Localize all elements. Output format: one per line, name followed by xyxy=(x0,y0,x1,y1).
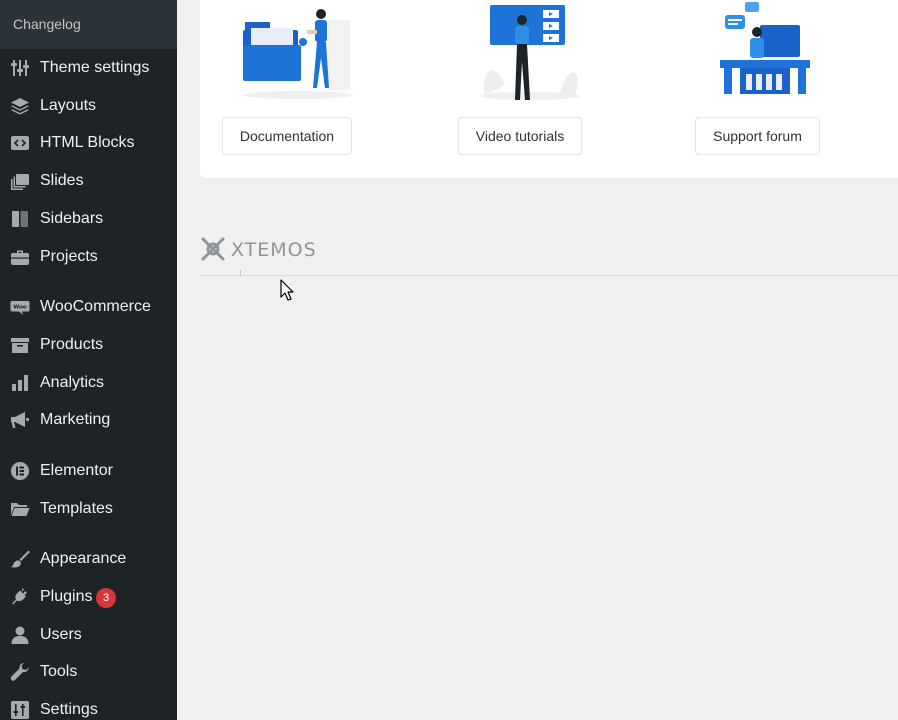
sidebar-item-sidebars[interactable]: Sidebars xyxy=(0,201,177,237)
sidebar-item-label: Projects xyxy=(40,248,98,265)
logo-wordmark: XTEMOS xyxy=(231,239,317,261)
divider-tick xyxy=(240,270,241,276)
woo-icon: Woo xyxy=(10,297,30,317)
support-forum-illustration xyxy=(700,0,830,100)
sidebar-item-analytics[interactable]: Analytics xyxy=(0,365,177,401)
sidebar-item-label: Sidebars xyxy=(40,210,104,227)
archive-icon xyxy=(10,335,30,355)
admin-sidebar: Changelog Theme settings Layouts HTML Bl… xyxy=(0,0,177,720)
sidebar-item-label: Settings xyxy=(40,701,98,718)
sidebar-item-label: Users xyxy=(40,626,82,643)
elementor-icon xyxy=(10,461,30,481)
sidebar-item-label: Appearance xyxy=(40,550,127,567)
user-icon xyxy=(10,625,30,645)
sidebar-item-label: Analytics xyxy=(40,374,105,391)
sidebar-item-woocommerce[interactable]: Woo WooCommerce xyxy=(0,289,177,325)
sidebar-item-label: Theme settings xyxy=(40,59,150,76)
settings-icon xyxy=(10,700,30,720)
folder-icon xyxy=(10,499,30,519)
sidebar-item-marketing[interactable]: Marketing xyxy=(0,402,177,438)
megaphone-icon xyxy=(10,410,30,430)
sidebar-item-label: Changelog xyxy=(13,16,81,32)
video-tutorials-illustration xyxy=(465,0,595,100)
video-tutorials-button[interactable]: Video tutorials xyxy=(458,117,582,155)
sidebar-item-label: Slides xyxy=(40,172,84,189)
sidebar-item-products[interactable]: Products xyxy=(0,327,177,363)
sidebar-item-theme-settings[interactable]: Theme settings xyxy=(0,50,177,86)
documentation-illustration xyxy=(233,0,363,100)
xtemos-logo-mark xyxy=(201,237,225,261)
sidebar-item-label: Elementor xyxy=(40,462,113,479)
sidebar-item-tools[interactable]: Tools xyxy=(0,654,177,690)
sidebar-item-label: Products xyxy=(40,336,104,353)
mouse-cursor-icon xyxy=(280,279,294,301)
sidebar-item-label: Tools xyxy=(40,663,78,680)
plug-icon xyxy=(10,587,30,607)
sidebar-item-projects[interactable]: Projects xyxy=(0,239,177,275)
sidebar-icon xyxy=(10,209,30,229)
sidebar-item-elementor[interactable]: Elementor xyxy=(0,453,177,489)
sidebar-item-label: Layouts xyxy=(40,97,97,114)
sidebar-item-appearance[interactable]: Appearance xyxy=(0,541,177,577)
sidebar-item-changelog[interactable]: Changelog xyxy=(0,0,177,49)
divider xyxy=(200,275,898,276)
layers-icon xyxy=(10,96,30,116)
plugins-update-badge: 3 xyxy=(96,588,116,608)
code-icon xyxy=(10,133,30,153)
sidebar-item-settings[interactable]: Settings xyxy=(0,692,177,720)
sidebar-item-slides[interactable]: Slides xyxy=(0,163,177,199)
documentation-button[interactable]: Documentation xyxy=(222,117,352,155)
xtemos-logo: XTEMOS xyxy=(199,235,339,265)
svg-text:Woo: Woo xyxy=(13,305,27,311)
sidebar-item-plugins[interactable]: Plugins 3 xyxy=(0,579,177,615)
wrench-icon xyxy=(10,662,30,682)
sidebar-item-label: Templates xyxy=(40,500,113,517)
sidebar-item-label: WooCommerce xyxy=(40,298,151,315)
paintbrush-icon xyxy=(10,549,30,569)
sidebar-item-label: Marketing xyxy=(40,411,111,428)
sidebar-item-label: HTML Blocks xyxy=(40,134,135,151)
sidebar-item-users[interactable]: Users xyxy=(0,617,177,653)
resources-card: Documentation Video tutorials Support fo… xyxy=(200,0,898,178)
briefcase-icon xyxy=(10,247,30,267)
sidebar-item-label: Plugins xyxy=(40,588,93,605)
support-forum-button[interactable]: Support forum xyxy=(695,117,820,155)
bar-chart-icon xyxy=(10,373,30,393)
sidebar-item-templates[interactable]: Templates xyxy=(0,491,177,527)
sidebar-item-html-blocks[interactable]: HTML Blocks xyxy=(0,125,177,161)
slides-icon xyxy=(10,171,30,191)
sliders-icon xyxy=(10,58,30,78)
sidebar-item-layouts[interactable]: Layouts xyxy=(0,88,177,124)
